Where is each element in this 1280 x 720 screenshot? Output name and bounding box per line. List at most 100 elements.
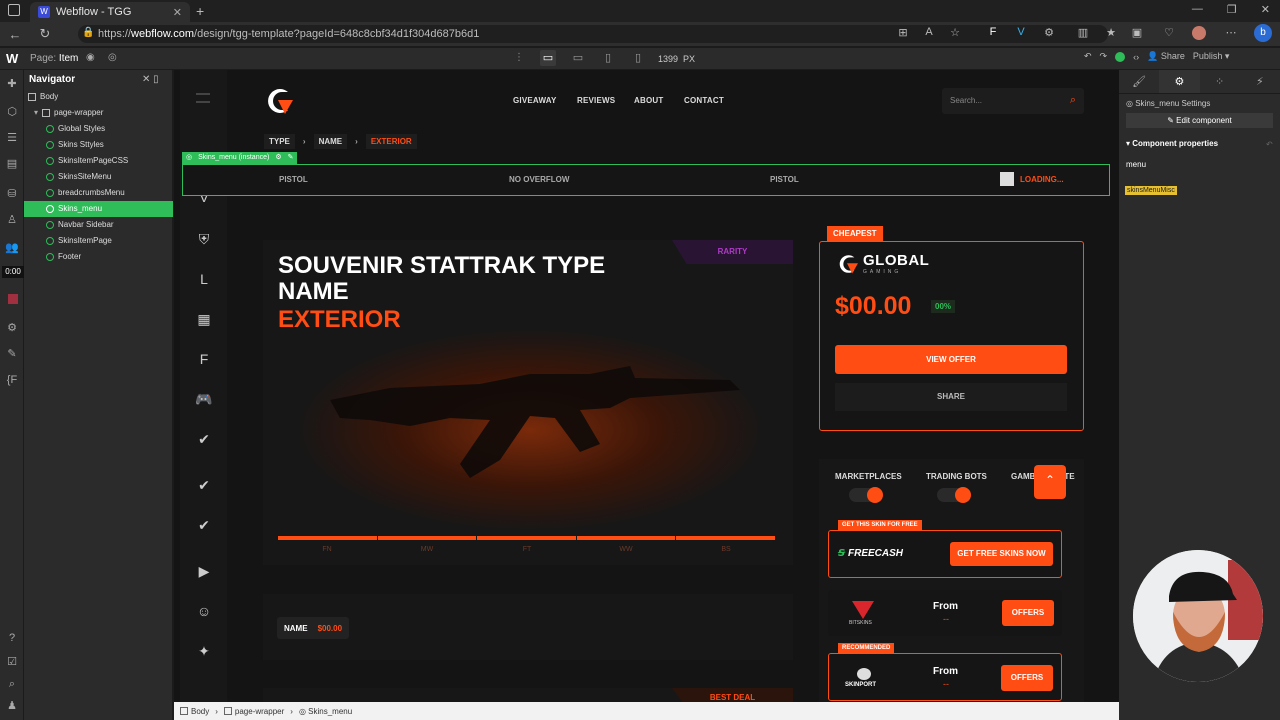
share-offer-button[interactable]: SHARE (835, 383, 1067, 411)
apps-icon[interactable]: ✎ (4, 346, 20, 362)
navigator-item-breadcrumbs-menu[interactable]: breadcrumbsMenu (28, 185, 128, 201)
navigator-close-icon[interactable]: ✕ ▯ (142, 74, 159, 85)
hamburger-menu-icon[interactable] (196, 93, 210, 103)
nav-link-about[interactable]: ABOUT (634, 96, 663, 105)
browser-tab[interactable]: W Webflow - TGG ✕ (30, 2, 190, 22)
verified-icon[interactable]: ✔ (193, 428, 215, 450)
read-aloud-icon[interactable]: A (922, 26, 936, 40)
variables-icon[interactable]: {F (4, 372, 20, 388)
fortnite-icon[interactable]: F (193, 348, 215, 370)
code-icon[interactable]: ‹› (1133, 52, 1139, 62)
verified-icon[interactable]: ✔ (193, 514, 215, 536)
navigator-item-global-styles[interactable]: Global Styles (28, 121, 128, 137)
bitskins-offers-button[interactable]: OFFERS (1002, 600, 1054, 626)
breadcrumb-page-wrapper[interactable]: page-wrapper (223, 707, 284, 716)
component-properties-header[interactable]: ▾ Component properties (1126, 139, 1218, 148)
view-offer-button[interactable]: VIEW OFFER (835, 345, 1067, 374)
heart-icon[interactable]: ♡ (1162, 26, 1176, 40)
breadcrumb-name[interactable]: NAME (313, 134, 348, 149)
undo-icon[interactable]: ↶ (1084, 51, 1092, 62)
style-brush-icon[interactable]: 🖌 (1119, 70, 1159, 93)
selected-component-tag[interactable]: ◎ Skins_menu (instance) ⚙ ✎ (182, 152, 298, 164)
navigator-item-navbar-sidebar[interactable]: Navbar Sidebar (28, 217, 128, 233)
ecommerce-icon[interactable]: ♙ (4, 212, 20, 228)
marketplaces-toggle[interactable] (849, 487, 883, 503)
add-elements-icon[interactable]: ✚ (4, 76, 20, 92)
search-icon[interactable]: ⌕ (1070, 94, 1076, 107)
back-icon[interactable]: ← (0, 27, 30, 42)
redo-icon[interactable]: ↷ (1100, 51, 1108, 62)
tab-marketplaces[interactable]: MARKETPLACES (835, 472, 902, 481)
name-price-pill[interactable]: NAME $00.00 (277, 617, 350, 639)
wear-label-mw[interactable]: MW (417, 546, 437, 553)
minimize-icon[interactable]: — (1192, 3, 1203, 16)
navigator-item-skins-menu[interactable]: Skins_menu (28, 201, 128, 217)
pages-icon[interactable]: ▤ (4, 156, 20, 172)
skins-menu-instance[interactable] (182, 164, 1110, 196)
scroll-to-top-button[interactable]: ⌃ (1034, 465, 1066, 499)
new-tab-icon[interactable]: + (196, 3, 204, 19)
search-icon[interactable]: ⌕ (4, 676, 20, 692)
wear-label-ww[interactable]: WW (616, 546, 636, 553)
close-window-icon[interactable]: ✕ (1261, 3, 1270, 16)
refresh-icon[interactable]: ↻ (30, 26, 60, 42)
skins-menu-item[interactable]: PISTOL (770, 175, 799, 184)
lightning-icon[interactable]: ⚡ (1240, 70, 1280, 93)
navigator-item-body[interactable]: Body (28, 89, 128, 105)
favorites-icon[interactable]: ★ (1104, 26, 1118, 40)
minecraft-icon[interactable]: ▦ (193, 308, 215, 330)
webflow-logo-icon[interactable]: W (6, 51, 18, 66)
wear-label-ft[interactable]: FT (517, 546, 537, 553)
skins-menu-item[interactable]: PISTOL (279, 175, 308, 184)
extensions-icon[interactable]: ⚙ (1042, 26, 1056, 40)
cms-icon[interactable]: ⛁ (4, 186, 20, 202)
users-icon[interactable]: 👥 (4, 240, 20, 256)
collections-icon[interactable]: ▣ (1130, 26, 1144, 40)
interactions-icon[interactable]: ⁘ (1200, 70, 1240, 93)
prop-value-badge[interactable]: skinsMenuMisc (1125, 186, 1177, 195)
navigator-item-footer[interactable]: Footer (28, 249, 128, 265)
help-icon[interactable]: ? (4, 630, 20, 646)
league-icon[interactable]: L (193, 268, 215, 290)
nav-link-reviews[interactable]: REVIEWS (577, 96, 615, 105)
close-tab-icon[interactable]: ✕ (173, 6, 182, 19)
components-icon[interactable]: ⬡ (4, 104, 20, 120)
twitter-icon[interactable]: ✦ (193, 640, 215, 662)
youtube-icon[interactable]: ▶ (193, 560, 215, 582)
get-free-skins-button[interactable]: GET FREE SKINS NOW (950, 542, 1053, 566)
navigator-item-skins-styles[interactable]: Skins Sttyles (28, 137, 128, 153)
edit-pencil-icon[interactable]: ✎ (288, 152, 294, 164)
rust-icon[interactable]: ⛨ (193, 228, 215, 250)
wear-label-bs[interactable]: BS (716, 546, 736, 553)
nav-link-giveaway[interactable]: GIVEAWAY (513, 96, 557, 105)
site-search-input[interactable]: Search... ⌕ (942, 88, 1084, 114)
settings-icon[interactable]: ⚙ (275, 152, 281, 164)
breadcrumb-skins-menu[interactable]: ◎ Skins_menu (299, 707, 352, 716)
desktop-breakpoint-icon[interactable]: ▭ (570, 50, 586, 66)
navigator-item-page-wrapper[interactable]: ▾ page-wrapper (28, 105, 128, 121)
more-icon[interactable]: ⋯ (1224, 26, 1238, 40)
desktop-large-breakpoint-icon[interactable]: ▭ (540, 50, 556, 66)
publish-button[interactable]: Publish ▾ (1193, 51, 1230, 62)
page-selector[interactable]: Page: Item (30, 53, 78, 64)
audit-icon[interactable]: ☑ (4, 654, 20, 670)
nav-link-contact[interactable]: CONTACT (684, 96, 724, 105)
profile-avatar[interactable] (1192, 26, 1206, 40)
canvas-width[interactable]: 1399 PX (658, 54, 695, 64)
breadcrumb-exterior[interactable]: EXTERIOR (365, 134, 417, 149)
tgg-logo-icon[interactable] (262, 86, 294, 116)
apps-icon[interactable]: ⊞ (896, 26, 910, 40)
extension-f-icon[interactable]: F (986, 26, 1000, 40)
skinport-offers-button[interactable]: OFFERS (1001, 665, 1053, 691)
collapse-caret-icon[interactable]: ▾ (34, 105, 38, 121)
verified-icon[interactable]: ✔ (193, 474, 215, 496)
discord-icon[interactable]: ☺ (193, 600, 215, 622)
more-options-icon[interactable]: ⋮ (514, 52, 524, 63)
tab-trading-bots[interactable]: TRADING BOTS (926, 472, 987, 481)
account-icon[interactable]: ♟ (4, 698, 20, 714)
wear-label-fn[interactable]: FN (317, 546, 337, 553)
navigator-icon[interactable]: ☰ (4, 130, 20, 146)
mobile-breakpoint-icon[interactable]: ▯ (630, 50, 646, 66)
tab-actions-icon[interactable] (8, 4, 20, 16)
settings-gear-icon[interactable]: ⚙ (1159, 70, 1200, 93)
